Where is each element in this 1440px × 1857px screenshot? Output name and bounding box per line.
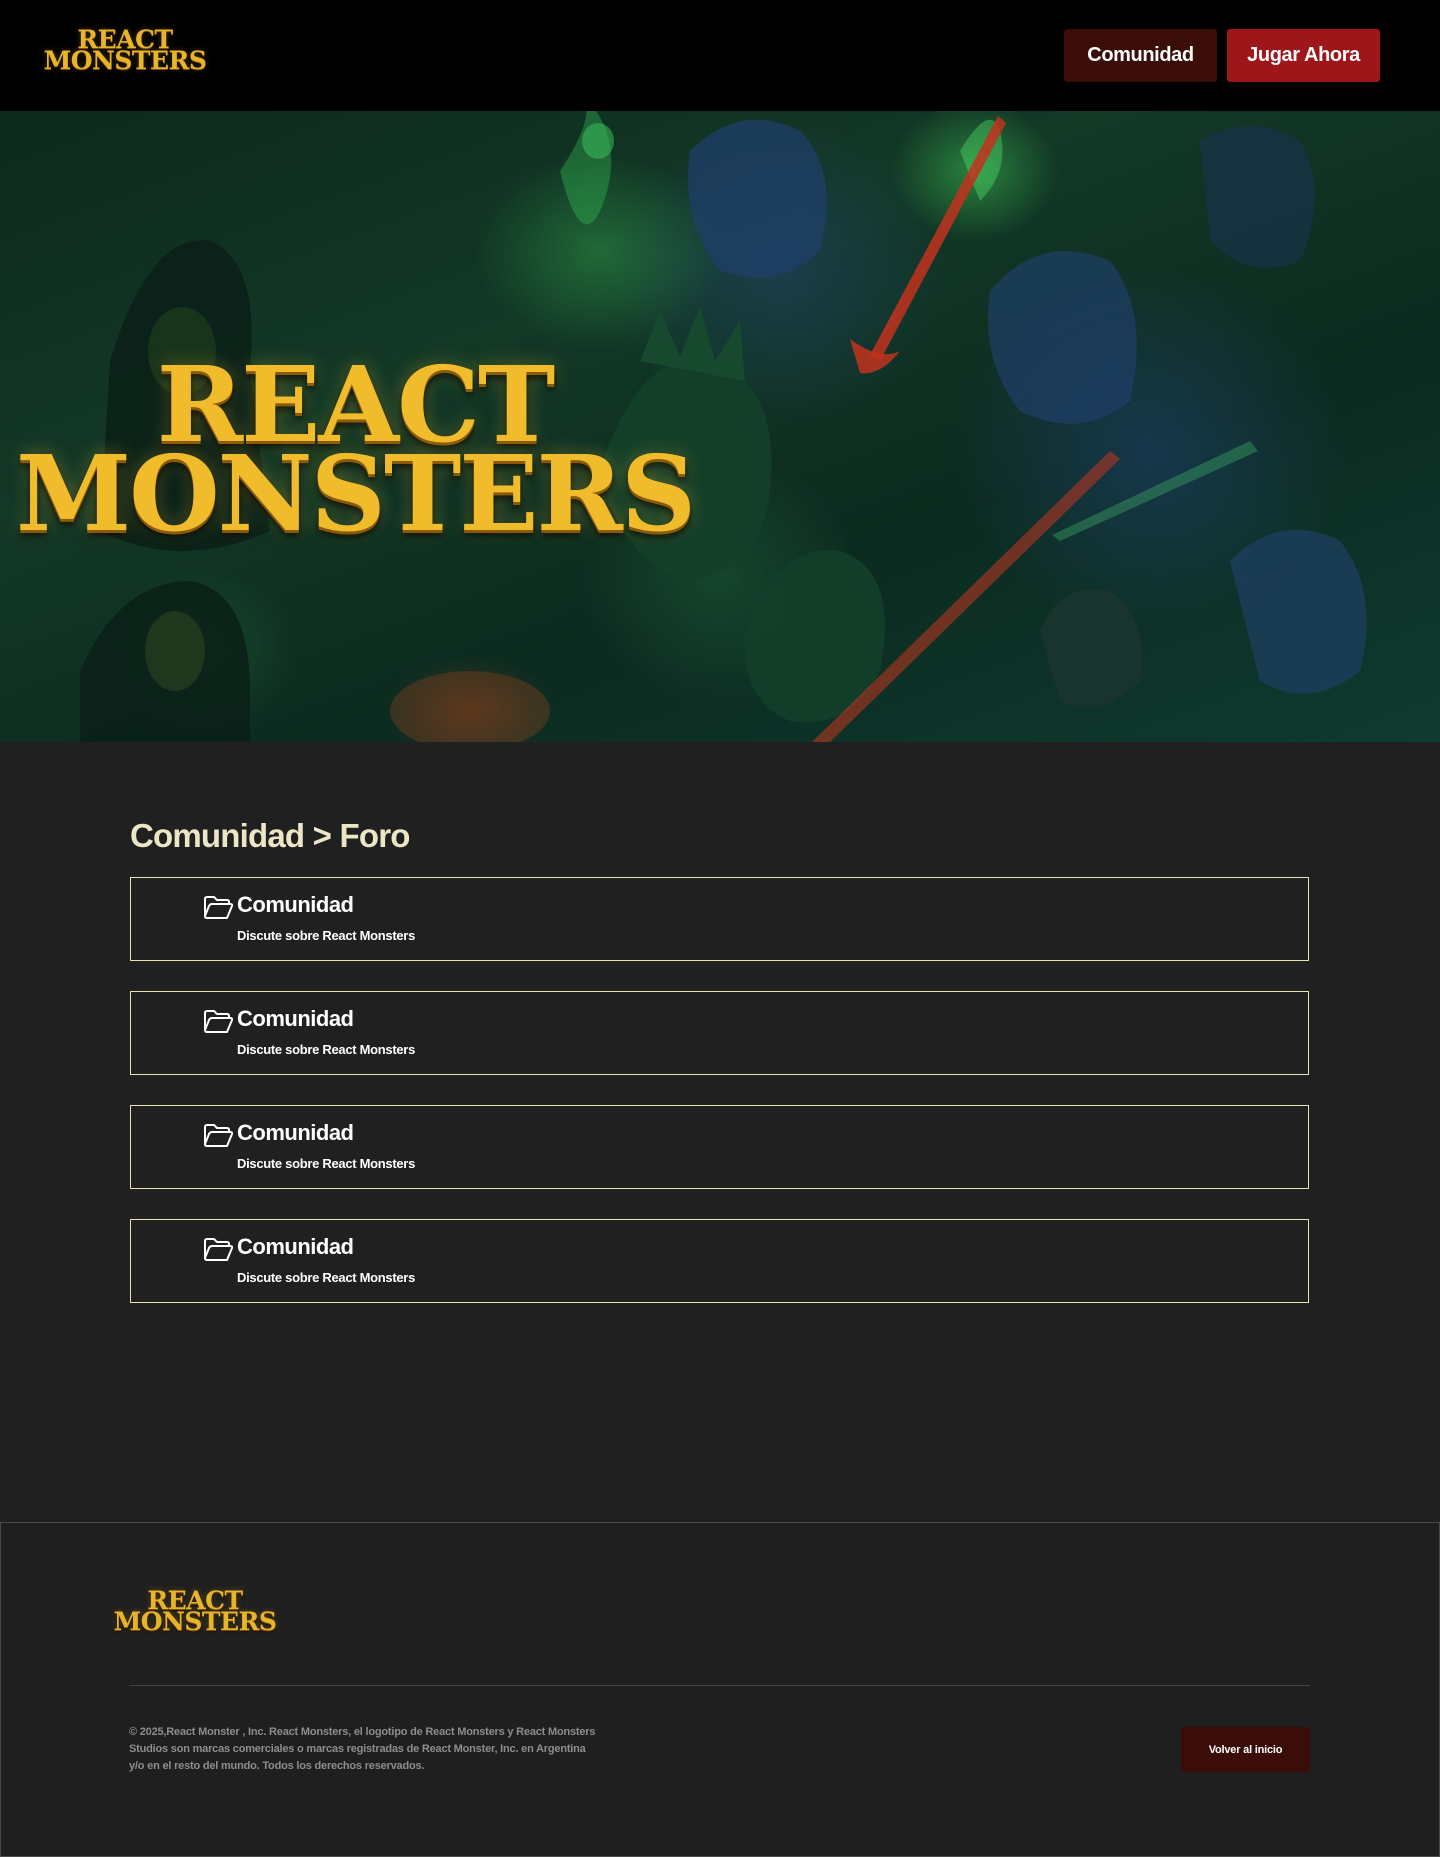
forum-title: Comunidad <box>237 892 354 917</box>
forum-title: Comunidad <box>237 1234 354 1259</box>
hero-logo-line-2: MONSTERS <box>15 432 696 555</box>
forum-description: Discute sobre React Monsters <box>237 928 415 943</box>
footer-divider <box>129 1685 1310 1686</box>
footer-legal-text: © 2025,React Monster , Inc. React Monste… <box>129 1726 596 1772</box>
hero-banner: REACT MONSTERS <box>0 111 1440 742</box>
forum-card[interactable]: Comunidad Discute sobre React Monsters <box>130 991 1309 1075</box>
forum-description: Discute sobre React Monsters <box>237 1042 415 1057</box>
forum-card[interactable]: Comunidad Discute sobre React Monsters <box>130 1105 1309 1189</box>
hero-logo: REACT MONSTERS <box>16 329 696 569</box>
community-button[interactable]: Comunidad <box>1064 29 1217 82</box>
footer-logo-line-2: MONSTERS <box>113 1607 277 1636</box>
footer-logo[interactable]: REACT MONSTERS <box>114 1580 277 1642</box>
back-to-home-button[interactable]: Volver al inicio <box>1181 1727 1310 1772</box>
folder-open-icon <box>203 1236 234 1262</box>
forum-description: Discute sobre React Monsters <box>237 1270 415 1285</box>
forum-card[interactable]: Comunidad Discute sobre React Monsters <box>130 877 1309 961</box>
forum-description: Discute sobre React Monsters <box>237 1156 415 1171</box>
top-navbar: REACT MONSTERS Comunidad Jugar Ahora <box>0 0 1440 111</box>
page-title: Comunidad > Foro <box>130 817 410 854</box>
header-logo[interactable]: REACT MONSTERS <box>44 19 207 81</box>
logo-line-2: MONSTERS <box>43 46 207 75</box>
forum-card[interactable]: Comunidad Discute sobre React Monsters <box>130 1219 1309 1303</box>
forum-title: Comunidad <box>237 1120 354 1145</box>
folder-open-icon <box>203 894 234 920</box>
play-now-button[interactable]: Jugar Ahora <box>1227 29 1380 82</box>
footer: REACT MONSTERS © 2025,React Monster , In… <box>0 1522 1440 1857</box>
folder-open-icon <box>203 1008 234 1034</box>
forum-title: Comunidad <box>237 1006 354 1031</box>
folder-open-icon <box>203 1122 234 1148</box>
